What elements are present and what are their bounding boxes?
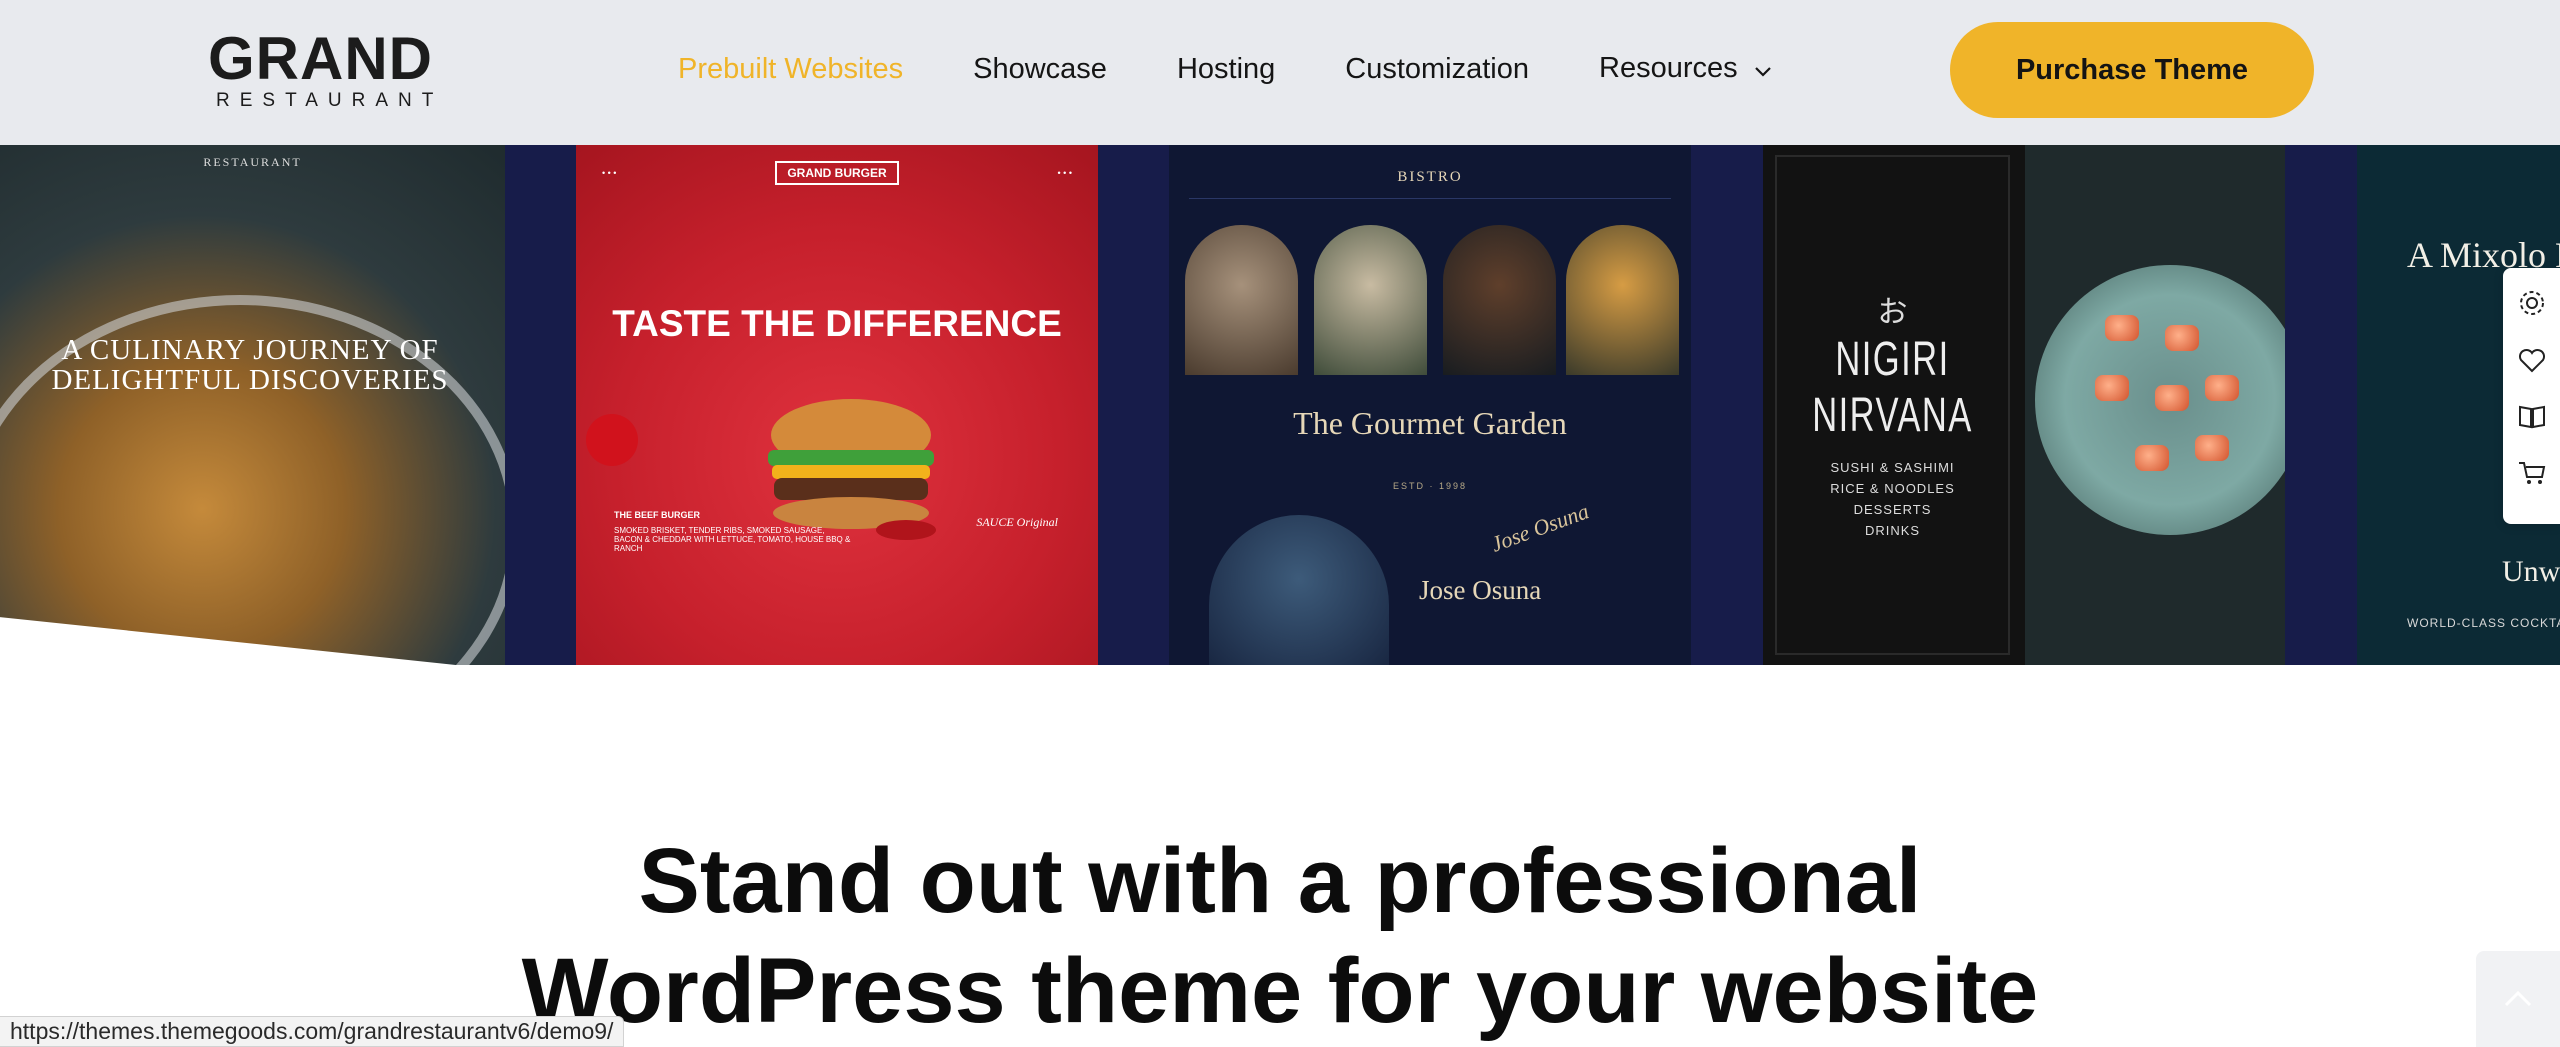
main-nav: Prebuilt Websites Showcase Hosting Custo… [678, 49, 1842, 89]
card-est: ESTD · 1998 [1392, 481, 1468, 491]
card-subline: Unwi [2502, 555, 2560, 588]
chevron-down-icon [1754, 53, 1772, 86]
menu-item: DESSERTS [1853, 502, 1932, 517]
sauce-badge: SAUCE Original [976, 515, 1058, 529]
card-headline: A CULINARY JOURNEY OF DELIGHTFUL DISCOVE… [51, 334, 449, 396]
card-footer-title: THE BEEF BURGER [614, 510, 701, 520]
side-panel [2503, 268, 2560, 524]
demo-card-sushi[interactable]: お NIGIRI NIRVANA SUSHI & SASHIMI RICE & … [1763, 145, 2285, 665]
tomato-image [586, 414, 638, 466]
demo-card-burger[interactable]: • • • GRAND BURGER • • • TASTE THE DIFFE… [576, 145, 1098, 665]
nav-prebuilt-websites[interactable]: Prebuilt Websites [678, 53, 903, 86]
chef-photo [1209, 515, 1389, 665]
theme-gallery: RESTAURANT A CULINARY JOURNEY OF DELIGHT… [0, 145, 2560, 665]
gear-icon[interactable] [2517, 288, 2547, 318]
nav-customization[interactable]: Customization [1345, 53, 1529, 86]
card-brand: GRAND BURGER [775, 161, 899, 185]
card-footer: THE BEEF BURGER SMOKED BRISKET, TENDER R… [614, 510, 854, 553]
nav-resources[interactable]: Resources [1599, 52, 1772, 86]
chef-name: Jose Osuna [1419, 575, 1542, 605]
purchase-theme-button[interactable]: Purchase Theme [1950, 22, 2314, 118]
book-icon[interactable] [2517, 401, 2547, 431]
card-glyph: お [1877, 296, 1908, 329]
logo-sub-text: RESTAURANT [216, 90, 444, 111]
card-headline: NIGIRI NIRVANA [1812, 333, 1973, 442]
card-nav: • • • GRAND BURGER • • • [602, 161, 1072, 185]
demo-card-restaurant[interactable]: RESTAURANT A CULINARY JOURNEY OF DELIGHT… [0, 145, 505, 665]
hero-title-line1: Stand out with a professional [638, 830, 1922, 932]
nav-showcase[interactable]: Showcase [973, 53, 1107, 86]
card-brand: RESTAURANT [203, 155, 302, 169]
hero-title-line2: WordPress theme for your website [521, 940, 2039, 1042]
card-nav-right: • • • [1057, 168, 1072, 178]
nav-hosting[interactable]: Hosting [1177, 53, 1275, 86]
card-brand: BISTRO [1189, 169, 1671, 199]
gallery-photo [1185, 225, 1298, 375]
card-menu: SUSHI & SASHIMI RICE & NOODLES DESSERTS … [1777, 457, 2008, 541]
site-header: GRAND RESTAURANT Prebuilt Websites Showc… [0, 0, 2560, 145]
menu-item: RICE & NOODLES [1830, 481, 1955, 496]
back-to-top-button[interactable] [2476, 951, 2560, 1047]
card-footer-text: SMOKED BRISKET, TENDER RIBS, SMOKED SAUS… [614, 526, 851, 553]
card-footer-text: WORLD-CLASS COCKTAILS UNDER [2407, 616, 2560, 630]
gallery-photo [1566, 225, 1679, 375]
card-panel: お NIGIRI NIRVANA SUSHI & SASHIMI RICE & … [1775, 155, 2010, 655]
sushi-photo [2025, 145, 2285, 665]
nav-resources-label: Resources [1599, 52, 1738, 85]
menu-item: DRINKS [1864, 523, 1921, 538]
card-headline: The Gourmet Garden [1293, 405, 1567, 441]
chevron-up-icon [2504, 990, 2532, 1007]
demo-card-bistro[interactable]: BISTRO The Gourmet Garden ESTD · 1998 Jo… [1169, 145, 1691, 665]
menu-item: SUSHI & SASHIMI [1830, 460, 1955, 475]
browser-status-url: https://themes.themegoods.com/grandresta… [0, 1016, 625, 1047]
hero-title: Stand out with a professional WordPress … [380, 826, 2180, 1046]
logo[interactable]: GRAND RESTAURANT [208, 25, 433, 112]
cart-icon[interactable] [2517, 458, 2547, 488]
gallery-photo [1443, 225, 1556, 375]
logo-main-text: GRAND [208, 25, 433, 92]
heart-icon[interactable] [2517, 345, 2547, 375]
card-headline: TASTE THE DIFFERENCE [612, 303, 1062, 344]
gallery-photo [1314, 225, 1427, 375]
card-nav-left: • • • [602, 168, 617, 178]
chef-signature: Jose Osuna [1487, 498, 1593, 557]
